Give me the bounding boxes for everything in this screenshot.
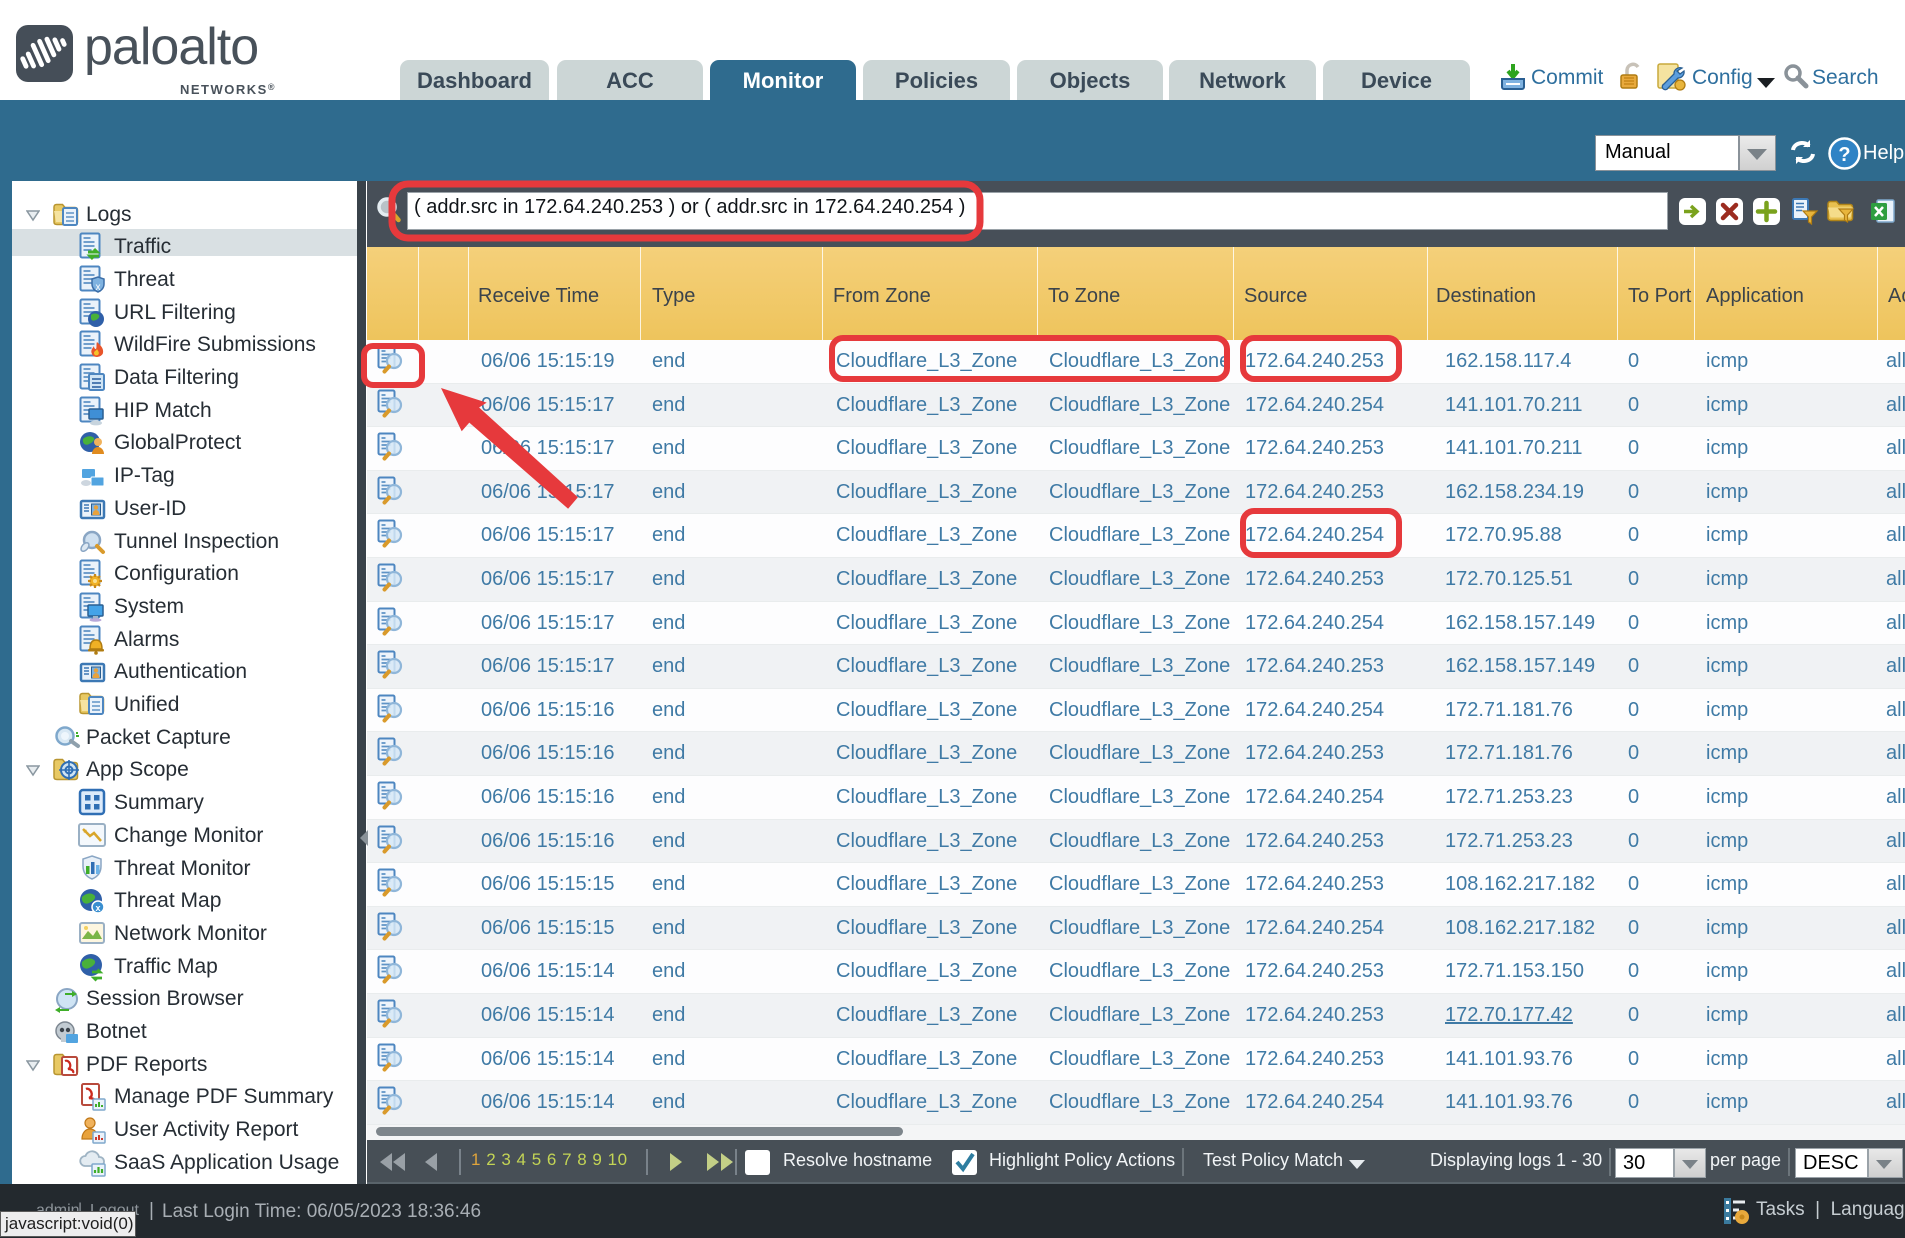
svg-text:x: x <box>95 903 100 913</box>
svg-text:x: x <box>96 282 101 293</box>
svg-text:?: ? <box>1838 144 1850 166</box>
